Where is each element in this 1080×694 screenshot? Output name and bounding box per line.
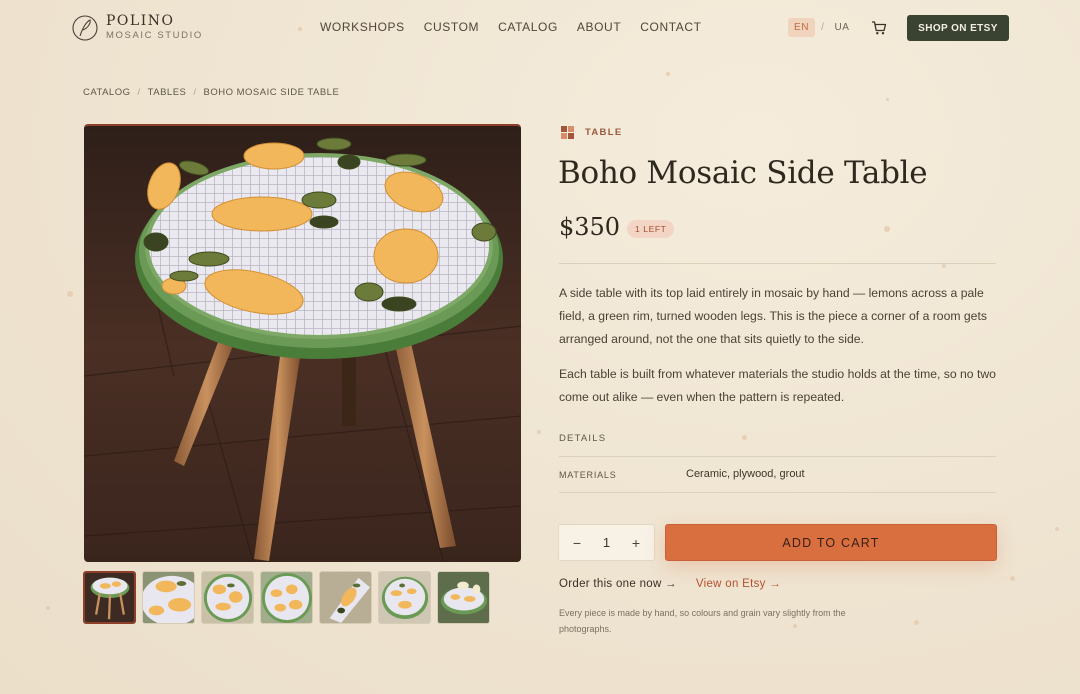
breadcrumb-current: BOHO MOSAIC SIDE TABLE xyxy=(203,87,340,98)
cart-icon[interactable] xyxy=(871,20,887,36)
details-heading: DETAILS xyxy=(559,433,607,444)
lang-ua[interactable]: UA xyxy=(830,18,853,37)
nav-custom[interactable]: CUSTOM xyxy=(424,20,479,34)
quantity-stepper: − 1 + xyxy=(558,524,655,561)
description-paragraph-1: A side table with its top laid entirely … xyxy=(559,286,987,346)
handmade-note: Every piece is made by hand, so colours … xyxy=(559,608,846,634)
lang-separator: / xyxy=(821,22,825,33)
thumbnail-7[interactable] xyxy=(437,571,490,624)
thumbnail-3[interactable] xyxy=(201,571,254,624)
shop-on-etsy-button[interactable]: SHOP ON ETSY xyxy=(907,15,1009,41)
quantity-value: 1 xyxy=(602,535,611,550)
breadcrumb: CATALOG / TABLES / BOHO MOSAIC SIDE TABL… xyxy=(83,87,339,98)
logo[interactable]: POLINO MOSAIC STUDIO xyxy=(72,14,203,41)
breadcrumb-separator: / xyxy=(137,87,141,98)
thumbnail-6[interactable] xyxy=(378,571,431,624)
stock-badge: 1 LEFT xyxy=(627,220,675,238)
tiles-icon xyxy=(561,126,574,139)
nav-catalog[interactable]: CATALOG xyxy=(498,20,558,34)
breadcrumb-tables[interactable]: TABLES xyxy=(148,87,187,98)
divider xyxy=(559,263,996,264)
materials-value: Ceramic, plywood, grout xyxy=(686,468,805,480)
breadcrumb-catalog[interactable]: CATALOG xyxy=(83,87,131,98)
brand-name: POLINO xyxy=(106,13,175,29)
nav-about[interactable]: ABOUT xyxy=(577,20,621,34)
thumbnail-4[interactable] xyxy=(260,571,313,624)
logo-mark-icon xyxy=(72,14,98,41)
thumbnail-strip xyxy=(83,571,490,624)
brand-subtitle: MOSAIC STUDIO xyxy=(106,30,203,41)
product-main-image[interactable] xyxy=(84,124,521,562)
add-to-cart-button[interactable]: ADD TO CART xyxy=(665,524,997,561)
thumbnail-5[interactable] xyxy=(319,571,372,624)
thumbnail-2[interactable] xyxy=(142,571,195,624)
quantity-decrease-button[interactable]: − xyxy=(571,535,583,551)
product-price: $350 xyxy=(559,213,621,241)
product-category: TABLE xyxy=(561,126,622,139)
product-title: Boho Mosaic Side Table xyxy=(558,155,928,191)
product-links: Order this one now → View on Etsy → xyxy=(559,578,781,590)
site-header: POLINO MOSAIC STUDIO WORKSHOPS CUSTOM CA… xyxy=(0,0,1080,56)
language-switcher: EN / UA xyxy=(788,18,854,37)
main-nav: WORKSHOPS CUSTOM CATALOG ABOUT CONTACT xyxy=(320,20,702,34)
view-on-etsy-link[interactable]: View on Etsy → xyxy=(696,578,781,590)
divider xyxy=(559,456,996,457)
order-now-link[interactable]: Order this one now → xyxy=(559,578,677,590)
description-paragraph-2: Each table is built from whatever materi… xyxy=(559,367,996,404)
thumbnail-1[interactable] xyxy=(83,571,136,624)
divider xyxy=(559,492,996,493)
nav-workshops[interactable]: WORKSHOPS xyxy=(320,20,405,34)
breadcrumb-separator: / xyxy=(193,87,197,98)
materials-label: MATERIALS xyxy=(559,470,617,480)
quantity-increase-button[interactable]: + xyxy=(630,535,642,551)
nav-contact[interactable]: CONTACT xyxy=(640,20,701,34)
category-label: TABLE xyxy=(585,127,623,138)
lang-en[interactable]: EN xyxy=(788,18,816,37)
mosaic-table-photo xyxy=(84,126,521,562)
